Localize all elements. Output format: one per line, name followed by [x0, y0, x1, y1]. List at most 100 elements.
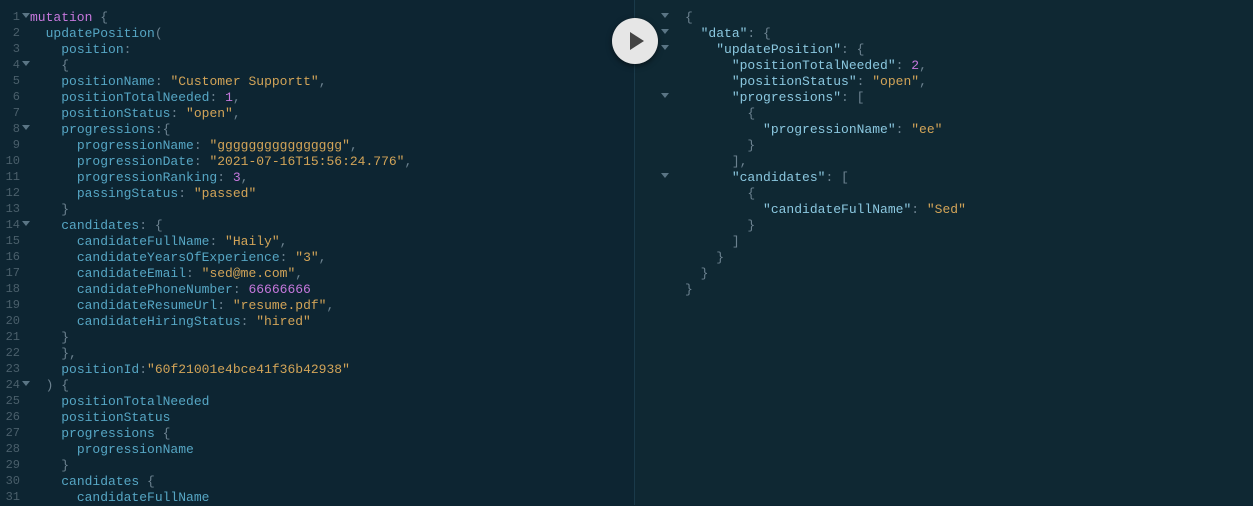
- token-plain: [30, 346, 61, 361]
- code-line[interactable]: }: [30, 202, 634, 218]
- code-line[interactable]: progressions:{: [30, 122, 634, 138]
- code-line[interactable]: candidateFullName: [30, 490, 634, 506]
- line-number: 12: [0, 186, 26, 202]
- token-plain: [30, 122, 61, 137]
- query-editor-pane[interactable]: 1234567891011121314151617181920212223242…: [0, 0, 635, 505]
- fold-icon[interactable]: [661, 45, 669, 50]
- code-line[interactable]: updatePosition(: [30, 26, 634, 42]
- code-line[interactable]: positionStatus: "open",: [30, 106, 634, 122]
- token-plain: [30, 266, 77, 281]
- code-line[interactable]: }: [30, 330, 634, 346]
- code-line[interactable]: position:: [30, 42, 634, 58]
- token-plain: [30, 218, 61, 233]
- token-str: "resume.pdf": [233, 298, 327, 313]
- code-line[interactable]: candidateYearsOfExperience: "3",: [30, 250, 634, 266]
- line-number: 14: [0, 218, 26, 234]
- line-number: 4: [0, 58, 26, 74]
- code-line[interactable]: },: [30, 346, 634, 362]
- token-field: progressions: [61, 122, 155, 137]
- token-kw: mutation: [30, 10, 92, 25]
- code-line: }: [685, 218, 1253, 234]
- code-line[interactable]: }: [30, 458, 634, 474]
- fold-icon[interactable]: [661, 173, 669, 178]
- token-plain: [685, 138, 747, 153]
- code-line[interactable]: ) {: [30, 378, 634, 394]
- token-field: candidateYearsOfExperience: [77, 250, 280, 265]
- line-number: 16: [0, 250, 26, 266]
- token-punc: :: [217, 170, 233, 185]
- token-punc: :: [209, 90, 225, 105]
- token-key: "candidateFullName": [763, 202, 911, 217]
- token-key: "progressionName": [763, 122, 896, 137]
- token-plain: [30, 42, 61, 57]
- code-line[interactable]: candidateEmail: "sed@me.com",: [30, 266, 634, 282]
- code-line[interactable]: candidates: {: [30, 218, 634, 234]
- code-line[interactable]: candidateFullName: "Haily",: [30, 234, 634, 250]
- token-punc: }: [747, 138, 755, 153]
- token-punc: : [: [825, 170, 848, 185]
- token-punc: }: [701, 266, 709, 281]
- token-str: "Customer Supportt": [170, 74, 318, 89]
- token-punc: }: [747, 218, 755, 233]
- token-field: candidateEmail: [77, 266, 186, 281]
- code-line[interactable]: positionTotalNeeded: [30, 394, 634, 410]
- token-punc: :: [186, 266, 202, 281]
- query-editor-code[interactable]: mutation { updatePosition( position: { p…: [0, 10, 634, 506]
- code-line[interactable]: progressionName: [30, 442, 634, 458]
- token-punc: :: [896, 122, 912, 137]
- code-line[interactable]: progressionDate: "2021-07-16T15:56:24.77…: [30, 154, 634, 170]
- code-line[interactable]: positionTotalNeeded: 1,: [30, 90, 634, 106]
- token-punc: ,: [233, 90, 241, 105]
- token-plain: [30, 474, 61, 489]
- line-number: 8: [0, 122, 26, 138]
- code-line[interactable]: candidatePhoneNumber: 66666666: [30, 282, 634, 298]
- line-number: 29: [0, 458, 26, 474]
- fold-icon[interactable]: [661, 93, 669, 98]
- token-key: "progressions": [732, 90, 841, 105]
- token-str: "gggggggggggggggg": [209, 138, 349, 153]
- code-line: "updatePosition": {: [685, 42, 1253, 58]
- execute-query-button[interactable]: [612, 18, 658, 64]
- token-num: 1: [225, 90, 233, 105]
- token-punc: },: [61, 346, 77, 361]
- token-field: candidateFullName: [77, 234, 210, 249]
- token-punc: }: [716, 250, 724, 265]
- line-number: 1: [0, 10, 26, 26]
- token-punc: {: [92, 10, 108, 25]
- token-key: "data": [701, 26, 748, 41]
- code-line[interactable]: candidates {: [30, 474, 634, 490]
- code-line[interactable]: progressions {: [30, 426, 634, 442]
- code-line[interactable]: candidateHiringStatus: "hired": [30, 314, 634, 330]
- token-punc: :: [857, 74, 873, 89]
- fold-icon[interactable]: [661, 13, 669, 18]
- code-line[interactable]: {: [30, 58, 634, 74]
- fold-icon[interactable]: [22, 221, 30, 226]
- code-line[interactable]: progressionRanking: 3,: [30, 170, 634, 186]
- response-pane: { "data": { "updatePosition": { "positio…: [635, 0, 1253, 505]
- line-number: 31: [0, 490, 26, 506]
- token-str: "3": [295, 250, 318, 265]
- code-line: {: [685, 186, 1253, 202]
- code-line[interactable]: passingStatus: "passed": [30, 186, 634, 202]
- line-number: 27: [0, 426, 26, 442]
- code-line[interactable]: progressionName: "gggggggggggggggg",: [30, 138, 634, 154]
- line-number: 23: [0, 362, 26, 378]
- token-field: progressionRanking: [77, 170, 217, 185]
- code-line[interactable]: mutation {: [30, 10, 634, 26]
- code-line[interactable]: positionStatus: [30, 410, 634, 426]
- token-plain: [685, 202, 763, 217]
- fold-icon[interactable]: [22, 61, 30, 66]
- token-punc: :: [194, 138, 210, 153]
- token-plain: [30, 250, 77, 265]
- code-line[interactable]: candidateResumeUrl: "resume.pdf",: [30, 298, 634, 314]
- code-line[interactable]: positionName: "Customer Supportt",: [30, 74, 634, 90]
- fold-icon[interactable]: [22, 125, 30, 130]
- fold-icon[interactable]: [22, 13, 30, 18]
- token-field: progressionDate: [77, 154, 194, 169]
- fold-icon[interactable]: [661, 29, 669, 34]
- line-number: 11: [0, 170, 26, 186]
- code-line[interactable]: positionId:"60f21001e4bce41f36b42938": [30, 362, 634, 378]
- fold-icon[interactable]: [22, 381, 30, 386]
- play-icon: [628, 31, 646, 51]
- line-number: 17: [0, 266, 26, 282]
